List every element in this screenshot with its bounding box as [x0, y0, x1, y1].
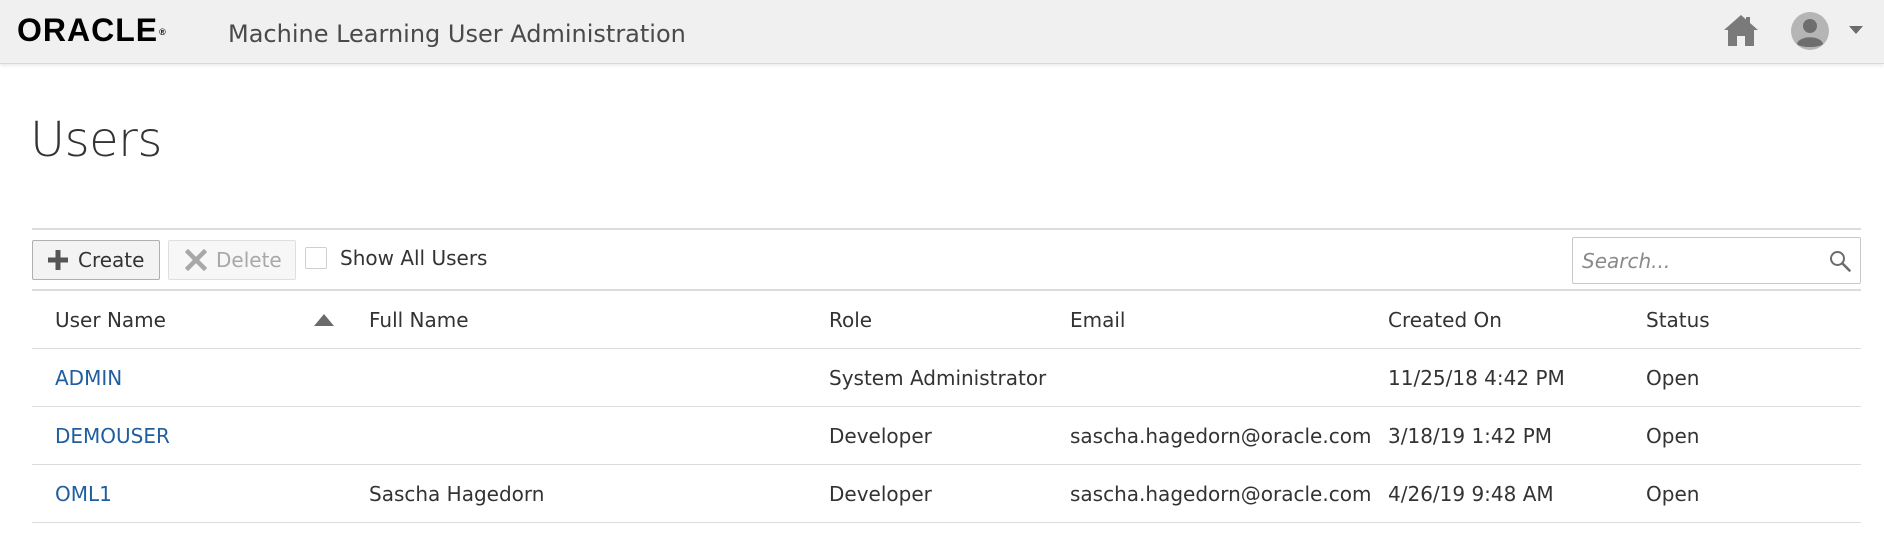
show-all-users-label[interactable]: Show All Users: [340, 246, 487, 270]
logo-text: ORACLE: [17, 12, 159, 48]
create-button[interactable]: Create: [32, 240, 160, 280]
role-cell: Developer: [829, 482, 932, 506]
toolbar-divider-top: [32, 228, 1861, 230]
table-row[interactable]: DEMOUSER Developer sascha.hagedorn@oracl…: [32, 407, 1861, 465]
table-row[interactable]: OML1 Sascha Hagedorn Developer sascha.ha…: [32, 465, 1861, 523]
column-header-role[interactable]: Role: [829, 291, 872, 349]
user-name-link[interactable]: ADMIN: [55, 366, 122, 390]
home-icon: [1724, 15, 1758, 46]
column-header-email[interactable]: Email: [1070, 291, 1126, 349]
create-button-label: Create: [78, 248, 145, 272]
search-icon: [1830, 251, 1851, 272]
page-title: Users: [30, 112, 162, 168]
email-cell: sascha.hagedorn@oracle.com: [1070, 482, 1372, 506]
status-cell: Open: [1646, 366, 1700, 390]
caret-down-icon: [1849, 26, 1863, 34]
home-button[interactable]: [1722, 12, 1760, 48]
search-button[interactable]: [1828, 249, 1852, 273]
registered-mark: ®: [159, 27, 167, 37]
full-name-cell: Sascha Hagedorn: [369, 482, 545, 506]
email-cell: sascha.hagedorn@oracle.com: [1070, 424, 1372, 448]
app-header: ORACLE® Machine Learning User Administra…: [0, 0, 1884, 64]
table-header-row: User Name Full Name Role Email Created O…: [32, 291, 1861, 349]
column-header-full-name[interactable]: Full Name: [369, 291, 469, 349]
user-name-cell: OML1: [55, 465, 112, 523]
column-header-created-on[interactable]: Created On: [1388, 291, 1502, 349]
column-header-user-name[interactable]: User Name: [55, 291, 166, 349]
search-box: [1572, 237, 1861, 284]
user-menu-button[interactable]: [1846, 22, 1866, 38]
role-cell: Developer: [829, 424, 932, 448]
plus-icon: [48, 250, 68, 270]
created-on-cell: 3/18/19 1:42 PM: [1388, 424, 1553, 448]
app-title: Machine Learning User Administration: [228, 20, 686, 48]
column-header-status[interactable]: Status: [1646, 291, 1710, 349]
status-cell: Open: [1646, 482, 1700, 506]
oracle-logo: ORACLE®: [17, 14, 167, 46]
created-on-cell: 11/25/18 4:42 PM: [1388, 366, 1565, 390]
status-cell: Open: [1646, 424, 1700, 448]
users-table: User Name Full Name Role Email Created O…: [32, 291, 1861, 523]
user-avatar-button[interactable]: [1790, 11, 1830, 51]
show-all-users-checkbox[interactable]: [305, 247, 327, 269]
delete-button-label: Delete: [216, 248, 282, 272]
table-row[interactable]: ADMIN System Administrator 11/25/18 4:42…: [32, 349, 1861, 407]
user-name-cell: ADMIN: [55, 349, 122, 407]
role-cell: System Administrator: [829, 366, 1047, 390]
close-icon: [185, 249, 207, 271]
user-name-link[interactable]: OML1: [55, 482, 112, 506]
search-input[interactable]: [1574, 239, 1814, 282]
user-name-cell: DEMOUSER: [55, 407, 170, 465]
delete-button[interactable]: Delete: [168, 240, 296, 280]
created-on-cell: 4/26/19 9:48 AM: [1388, 482, 1554, 506]
user-avatar-icon: [1791, 12, 1829, 50]
user-name-link[interactable]: DEMOUSER: [55, 424, 170, 448]
sort-ascending-icon[interactable]: [314, 314, 334, 326]
